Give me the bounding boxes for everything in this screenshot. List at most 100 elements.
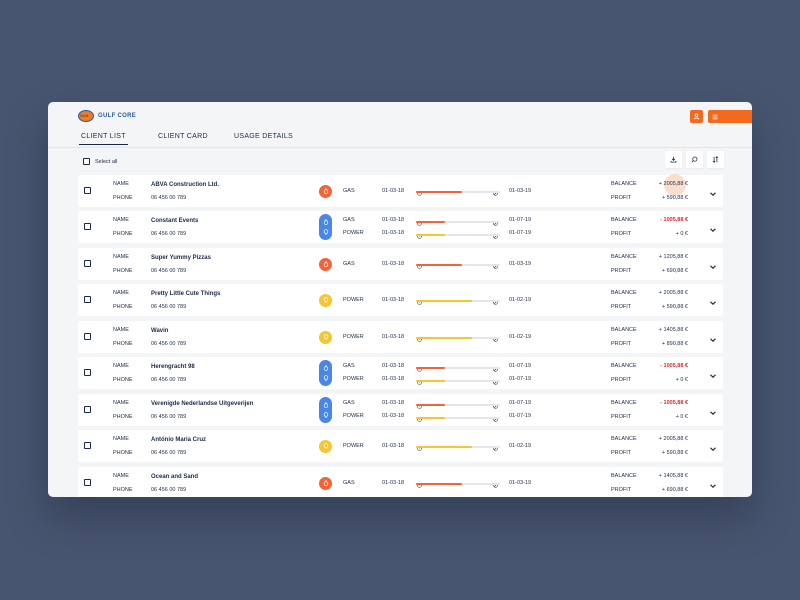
client-name[interactable]: Pretty Little Cute Things bbox=[151, 291, 220, 297]
chevron-down-icon[interactable] bbox=[708, 186, 718, 197]
user-icon bbox=[693, 113, 700, 120]
chevron-down-icon[interactable] bbox=[708, 222, 718, 233]
contract-progress-bar bbox=[416, 264, 500, 266]
chevron-down-icon[interactable] bbox=[708, 405, 718, 416]
chevron-down-icon[interactable] bbox=[708, 259, 718, 270]
name-label: NAME bbox=[113, 436, 129, 442]
client-row[interactable]: NAME PHONE Pretty Little Cute Things 06 456… bbox=[78, 284, 723, 316]
profit-label: PROFIT bbox=[611, 231, 632, 237]
menu-button[interactable] bbox=[708, 110, 752, 123]
client-row[interactable]: NAME PHONE Constant Events 06 456 00 789 GAS… bbox=[78, 211, 723, 243]
profit-label: PROFIT bbox=[611, 195, 632, 201]
name-label: NAME bbox=[113, 327, 129, 333]
row-checkbox[interactable] bbox=[84, 333, 91, 340]
row-checkbox[interactable] bbox=[84, 187, 91, 194]
contract-start-date: 01-03-18 bbox=[382, 296, 405, 303]
contract-progress-bar bbox=[416, 379, 500, 382]
tab-client-list[interactable]: CLIENT LIST bbox=[79, 133, 128, 145]
chevron-down-icon[interactable] bbox=[708, 478, 718, 489]
clock-icon bbox=[417, 329, 422, 342]
contract-start-date: 01-03-18 bbox=[382, 260, 405, 267]
utility-badge bbox=[319, 330, 332, 344]
sort-button[interactable] bbox=[707, 151, 724, 168]
row-checkbox[interactable] bbox=[84, 223, 91, 230]
contract-progress-bar bbox=[416, 300, 500, 302]
logo[interactable]: Gulf GULF CORE bbox=[78, 110, 136, 122]
row-checkbox[interactable] bbox=[84, 406, 91, 413]
row-checkbox[interactable] bbox=[84, 296, 91, 303]
balance-value: + 2005,88 € bbox=[658, 436, 688, 442]
client-row[interactable]: NAME PHONE Herengracht 98 06 456 00 789 GAS 0… bbox=[78, 357, 723, 389]
balance-label: BALANCE bbox=[611, 254, 637, 260]
name-label: NAME bbox=[113, 290, 129, 296]
select-all-checkbox[interactable] bbox=[83, 158, 90, 165]
balance-label: BALANCE bbox=[611, 327, 637, 333]
balance-label: BALANCE bbox=[611, 181, 637, 187]
client-name[interactable]: Super Yummy Pizzas bbox=[151, 255, 211, 261]
client-name[interactable]: António Maria Cruz bbox=[151, 437, 206, 443]
search-icon bbox=[691, 156, 698, 163]
utility-type: POWER bbox=[343, 442, 364, 449]
row-checkbox[interactable] bbox=[84, 260, 91, 267]
hamburger-icon bbox=[712, 114, 718, 119]
select-all[interactable]: Select all bbox=[83, 158, 117, 165]
tab-client-card[interactable]: CLIENT CARD bbox=[158, 133, 208, 140]
clock-icon bbox=[417, 372, 422, 385]
brand-name: GULF CORE bbox=[98, 113, 137, 119]
client-name[interactable]: Verenigde Nederlandse Uitgeverijen bbox=[151, 401, 253, 407]
contract-progress-bar bbox=[416, 403, 500, 406]
client-phone: 06 456 00 789 bbox=[151, 195, 187, 201]
profit-label: PROFIT bbox=[611, 377, 632, 383]
search-button[interactable] bbox=[686, 151, 703, 168]
chevron-down-icon[interactable] bbox=[708, 332, 718, 343]
profit-value: + 0 € bbox=[675, 414, 688, 420]
client-name[interactable]: Herengracht 98 bbox=[151, 364, 195, 370]
client-name[interactable]: ABVA Construction Ltd. bbox=[151, 182, 219, 188]
end-icon bbox=[493, 329, 498, 342]
end-icon bbox=[493, 183, 498, 196]
contract-start-date: 01-03-18 bbox=[382, 187, 405, 194]
end-icon bbox=[493, 292, 498, 305]
contract-progress-fill bbox=[416, 233, 445, 236]
clock-icon bbox=[417, 359, 422, 372]
bulb-icon bbox=[323, 443, 328, 449]
profit-value: + 0 € bbox=[675, 231, 688, 237]
row-checkbox[interactable] bbox=[84, 442, 91, 449]
download-button[interactable] bbox=[665, 151, 682, 168]
contract-progress-fill bbox=[416, 220, 445, 223]
contract-progress-fill bbox=[416, 366, 445, 369]
utility-badge bbox=[319, 476, 332, 490]
client-row[interactable]: NAME PHONE António Maria Cruz 06 456 00 789… bbox=[78, 430, 723, 462]
user-button[interactable] bbox=[690, 110, 703, 123]
utility-type: POWER bbox=[343, 333, 364, 340]
sort-icon bbox=[712, 156, 719, 163]
toolbar: Select all bbox=[48, 151, 752, 171]
chevron-down-icon[interactable] bbox=[708, 295, 718, 306]
contract-progress-bar bbox=[416, 366, 500, 369]
contract-progress-fill bbox=[416, 300, 473, 302]
phone-label: PHONE bbox=[113, 268, 133, 274]
utility-badge bbox=[319, 293, 332, 307]
chevron-down-icon[interactable] bbox=[708, 441, 718, 452]
flame-icon bbox=[323, 365, 328, 371]
row-checkbox[interactable] bbox=[84, 479, 91, 486]
contract-progress-fill bbox=[416, 446, 473, 448]
utility-type: POWER bbox=[343, 376, 364, 382]
tab-usage-details[interactable]: USAGE DETAILS bbox=[234, 133, 293, 140]
chevron-down-icon[interactable] bbox=[708, 368, 718, 379]
client-name[interactable]: Ocean and Sand bbox=[151, 474, 198, 480]
client-phone: 06 456 00 789 bbox=[151, 377, 187, 383]
contract-end-date: 01-07-19 bbox=[509, 217, 532, 223]
client-name[interactable]: Constant Events bbox=[151, 218, 198, 224]
clock-icon bbox=[417, 292, 422, 305]
client-row[interactable]: NAME PHONE ABVA Construction Ltd. 06 456 00… bbox=[78, 174, 723, 207]
client-phone: 06 456 00 789 bbox=[151, 414, 187, 420]
row-checkbox[interactable] bbox=[84, 369, 91, 376]
name-label: NAME bbox=[113, 363, 129, 369]
client-row[interactable]: NAME PHONE Ocean and Sand 06 456 00 789 GAS 0… bbox=[78, 467, 723, 497]
client-row[interactable]: NAME PHONE Super Yummy Pizzas 06 456 00 789… bbox=[78, 248, 723, 280]
client-row[interactable]: NAME PHONE Verenigde Nederlandse Uitgeveri… bbox=[78, 394, 723, 426]
utility-type: GAS bbox=[343, 187, 355, 194]
client-name[interactable]: Wavin bbox=[151, 328, 168, 334]
client-row[interactable]: NAME PHONE Wavin 06 456 00 789 POWER 01-03-18… bbox=[78, 321, 723, 353]
